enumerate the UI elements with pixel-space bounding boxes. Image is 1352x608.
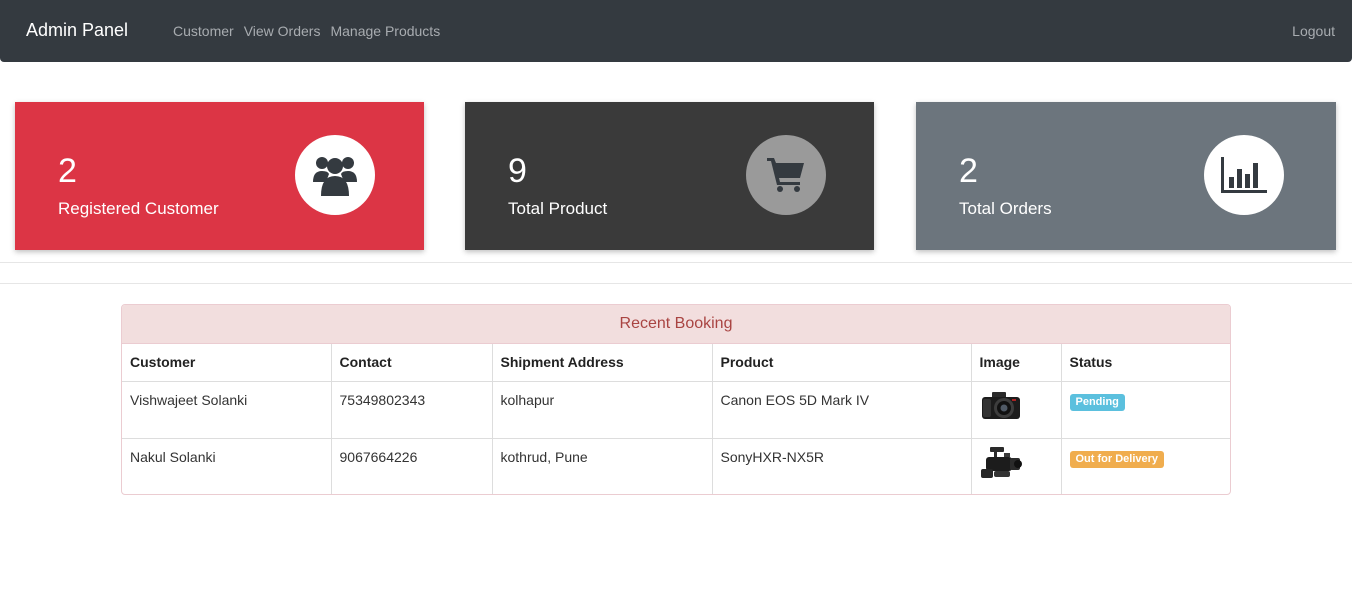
total-orders-card: 2 Total Orders	[916, 102, 1336, 250]
status-badge: Pending	[1069, 393, 1125, 411]
table-row[interactable]: Vishwajeet Solanki 75349802343 kolhapur …	[122, 381, 1230, 439]
divider	[0, 262, 1352, 263]
shopping-cart-icon	[746, 135, 826, 215]
nav-link-customer[interactable]: Customer	[173, 23, 234, 39]
column-header-customer: Customer	[122, 344, 332, 382]
cell-customer: Nakul Solanki	[122, 438, 332, 494]
customer-count: 2	[58, 152, 77, 190]
recent-booking-panel: Recent Booking Customer Contact Shipment…	[121, 304, 1231, 495]
cell-contact: 75349802343	[331, 381, 493, 439]
table-row[interactable]: Nakul Solanki 9067664226 kothrud, Pune S…	[122, 438, 1230, 494]
cell-customer: Vishwajeet Solanki	[122, 381, 332, 439]
dslr-camera-image	[981, 391, 1020, 419]
orders-count: 2	[959, 152, 978, 190]
cell-image	[971, 438, 1062, 494]
cell-product: Canon EOS 5D Mark IV	[712, 381, 972, 439]
cell-address: kothrud, Pune	[492, 438, 713, 494]
nav-link-view-orders[interactable]: View Orders	[244, 23, 321, 39]
cell-contact: 9067664226	[331, 438, 493, 494]
registered-customer-card: 2 Registered Customer	[15, 102, 424, 250]
total-product-card: 9 Total Product	[465, 102, 874, 250]
bar-chart-icon	[1204, 135, 1284, 215]
nav-links: Customer View Orders Manage Products	[173, 23, 450, 39]
table-header-row: Customer Contact Shipment Address Produc…	[122, 344, 1230, 382]
brand-title[interactable]: Admin Panel	[26, 20, 128, 41]
users-icon	[295, 135, 375, 215]
nav-link-manage-products[interactable]: Manage Products	[330, 23, 440, 39]
customer-caption: Registered Customer	[58, 199, 219, 218]
recent-booking-title: Recent Booking	[122, 305, 1230, 344]
divider	[0, 283, 1352, 284]
logout-link[interactable]: Logout	[1292, 23, 1335, 39]
column-header-contact: Contact	[331, 344, 493, 382]
column-header-product: Product	[712, 344, 972, 382]
product-caption: Total Product	[508, 199, 608, 218]
cell-product: SonyHXR-NX5R	[712, 438, 972, 494]
camcorder-image	[980, 446, 1022, 478]
column-header-image: Image	[971, 344, 1062, 382]
status-badge: Out for Delivery	[1069, 450, 1165, 468]
product-count: 9	[508, 152, 527, 190]
column-header-status: Status	[1061, 344, 1230, 382]
cell-status: Pending	[1061, 381, 1230, 439]
cell-image	[971, 381, 1062, 439]
top-navbar: Admin Panel Customer View Orders Manage …	[0, 0, 1352, 62]
cell-status: Out for Delivery	[1061, 438, 1230, 494]
recent-booking-table: Customer Contact Shipment Address Produc…	[122, 344, 1230, 494]
column-header-address: Shipment Address	[492, 344, 713, 382]
cell-address: kolhapur	[492, 381, 713, 439]
orders-caption: Total Orders	[959, 199, 1052, 218]
